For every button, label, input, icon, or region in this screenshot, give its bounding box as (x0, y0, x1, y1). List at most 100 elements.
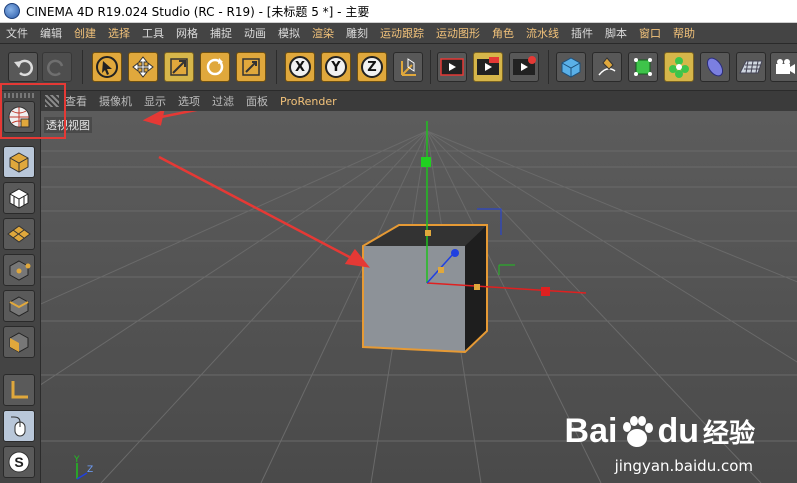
menu-item-1[interactable]: 编辑 (34, 25, 68, 41)
coordinate-system-button[interactable] (393, 52, 423, 82)
bend-deformer-icon (706, 57, 724, 77)
render-view-button[interactable] (437, 52, 467, 82)
floor-button[interactable] (736, 52, 766, 82)
menu-item-11[interactable]: 运动跟踪 (374, 25, 430, 41)
menu-item-3[interactable]: 选择 (102, 25, 136, 41)
cube-primitive-button[interactable] (556, 52, 586, 82)
baidu-paw-icon (623, 415, 654, 447)
spline-pen-button[interactable] (592, 52, 622, 82)
transform-tool-button[interactable] (236, 52, 266, 82)
undo-icon (14, 59, 33, 77)
menu-item-10[interactable]: 雕刻 (340, 25, 374, 41)
menu-item-18[interactable]: 帮助 (667, 25, 701, 41)
y-axis-label: Y (325, 56, 347, 78)
menu-item-13[interactable]: 角色 (486, 25, 520, 41)
snap-s-icon: S (8, 451, 30, 473)
menu-item-12[interactable]: 运动图形 (430, 25, 486, 41)
menu-item-17[interactable]: 窗口 (633, 25, 667, 41)
z-axis-lock-button[interactable]: Z (357, 52, 387, 82)
undo-button[interactable] (8, 52, 38, 82)
rotate-icon (206, 58, 224, 76)
selection-arrow-icon (96, 56, 118, 78)
x-axis-lock-button[interactable]: X (285, 52, 315, 82)
menu-item-2[interactable]: 创建 (68, 25, 102, 41)
watermark-du: du (657, 412, 699, 450)
points-mode-button[interactable] (3, 254, 35, 286)
menu-item-8[interactable]: 模拟 (272, 25, 306, 41)
perspective-viewport[interactable]: Y Z 查看 摄像机 显示 选项 过滤 面板 ProRender 透视视图 Bai du 经… (41, 91, 797, 483)
menu-item-0[interactable]: 文件 (0, 25, 34, 41)
subdivision-cube-icon (634, 58, 652, 76)
model-cube-icon (9, 152, 29, 173)
pen-icon (598, 57, 616, 76)
axis-mode-button[interactable] (3, 374, 35, 406)
camera-icon (776, 59, 795, 74)
render-settings-button[interactable] (509, 52, 539, 82)
edges-mode-button[interactable] (3, 290, 35, 322)
left-mode-palette: S (0, 91, 41, 483)
tweak-mode-button[interactable] (3, 410, 35, 442)
menu-item-16[interactable]: 脚本 (599, 25, 633, 41)
watermark-bai: Bai (564, 412, 618, 450)
scale-icon (170, 58, 188, 76)
menu-item-15[interactable]: 插件 (565, 25, 599, 41)
viewport-menu-prorender[interactable]: ProRender (274, 95, 343, 108)
cube-icon (561, 57, 581, 78)
menu-item-7[interactable]: 动画 (238, 25, 272, 41)
polygons-cube-icon (9, 332, 29, 353)
mouse-tweak-icon (11, 416, 26, 437)
camera-button[interactable] (770, 52, 797, 82)
move-tool-button[interactable] (128, 52, 158, 82)
watermark-url: jingyan.baidu.com (614, 457, 753, 475)
workplane-mode-button[interactable] (3, 218, 35, 250)
rotate-tool-button[interactable] (200, 52, 230, 82)
menu-item-4[interactable]: 工具 (136, 25, 170, 41)
viewport-menu-item-1[interactable]: 摄像机 (93, 93, 138, 109)
z-axis-label: Z (361, 56, 383, 78)
model-mode-button[interactable] (3, 146, 35, 178)
cloner-button[interactable] (664, 52, 694, 82)
viewport-menu-item-5[interactable]: 面板 (240, 93, 274, 109)
x-axis-label: X (289, 56, 311, 78)
picture-viewer-icon (477, 57, 499, 75)
viewport-menu-bar: 查看 摄像机 显示 选项 过滤 面板 ProRender (41, 91, 797, 111)
menu-item-5[interactable]: 网格 (170, 25, 204, 41)
redo-icon (47, 59, 64, 77)
menu-item-14[interactable]: 流水线 (520, 25, 565, 41)
texture-mode-button[interactable] (3, 182, 35, 214)
title-bar: CINEMA 4D R19.024 Studio (RC - R19) - [未… (0, 0, 797, 23)
world-axis-indicator: Y Z (73, 455, 93, 480)
points-cube-icon (9, 260, 31, 281)
checker-cube-icon (9, 188, 29, 209)
cube-object[interactable] (362, 224, 488, 354)
world-axis-icon (401, 58, 416, 76)
viewport-menu-item-4[interactable]: 过滤 (206, 93, 240, 109)
menu-item-9[interactable]: 渲染 (306, 25, 340, 41)
menu-item-6[interactable]: 捕捉 (204, 25, 238, 41)
annotation-highlight-box (0, 83, 66, 139)
watermark-jingyan: 经验 (702, 419, 755, 449)
world-axis-z-label: Z (87, 465, 93, 475)
svg-text:S: S (14, 454, 23, 470)
snap-button[interactable]: S (3, 446, 35, 478)
polygons-mode-button[interactable] (3, 326, 35, 358)
move-arrows-icon (132, 56, 154, 78)
viewport-menu-item-2[interactable]: 显示 (138, 93, 172, 109)
floor-grid-icon (739, 60, 763, 74)
render-to-picture-viewer-button[interactable] (473, 52, 503, 82)
cloner-flower-icon (669, 57, 689, 78)
menu-bar: 文件 编辑 创建 选择 工具 网格 捕捉 动画 模拟 渲染 雕刻 运动跟踪 运动图形 角色 流水线 插件 脚本窗… (0, 23, 797, 44)
baidu-jingyan-watermark: Bai du 经验 (565, 412, 755, 451)
y-axis-lock-button[interactable]: Y (321, 52, 351, 82)
main-toolbar: X Y Z (0, 44, 797, 91)
redo-button[interactable] (42, 52, 72, 82)
scale-tool-button[interactable] (164, 52, 194, 82)
subdivision-surface-button[interactable] (628, 52, 658, 82)
selection-tool-button[interactable] (92, 52, 122, 82)
world-axis-y-label: Y (73, 455, 80, 465)
viewport-menu-item-3[interactable]: 选项 (172, 93, 206, 109)
deformer-button[interactable] (700, 52, 730, 82)
window-title: CINEMA 4D R19.024 Studio (RC - R19) - [未… (26, 4, 370, 19)
transform-icon (242, 58, 260, 76)
axis-l-icon (11, 381, 28, 399)
